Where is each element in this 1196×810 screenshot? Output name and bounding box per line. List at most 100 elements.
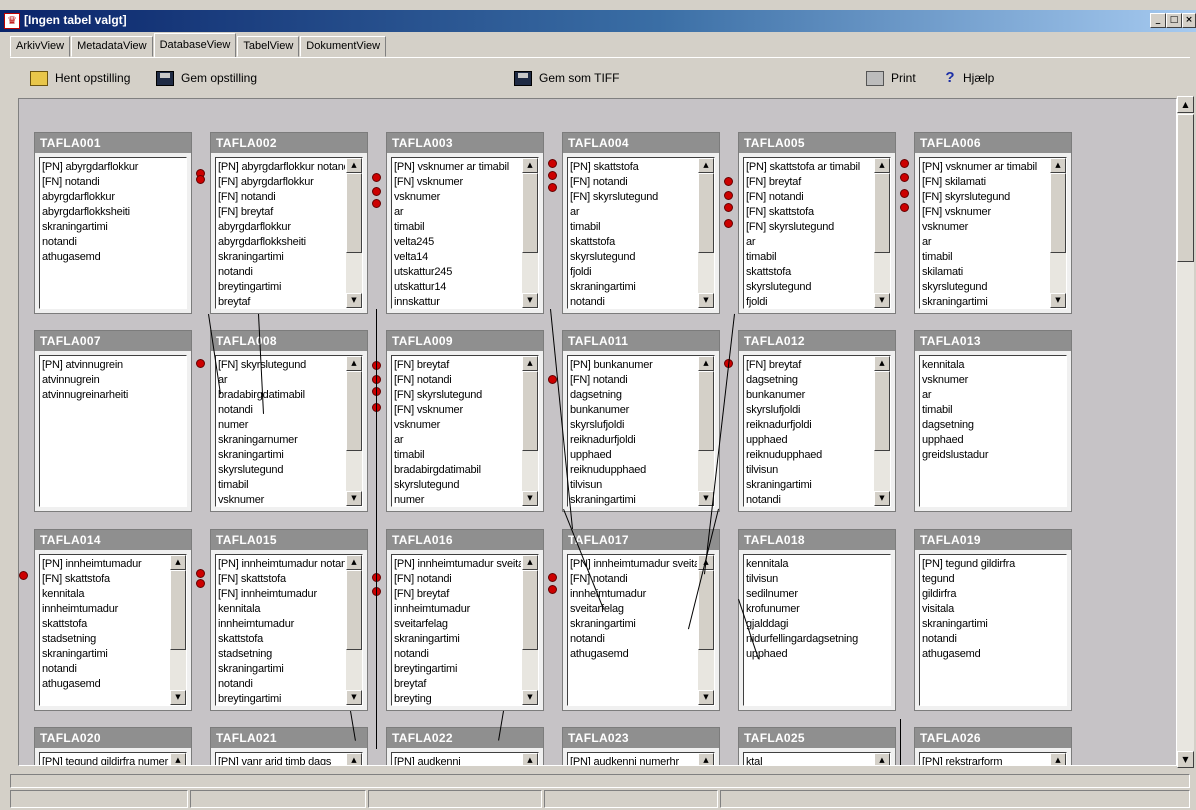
listbox-scroll-up-button[interactable]: ▲ <box>522 158 538 173</box>
field-item[interactable]: numer <box>218 418 345 433</box>
field-item[interactable]: [FN] notandi <box>218 190 345 205</box>
field-item[interactable]: [FN] notandi <box>746 190 873 205</box>
field-item[interactable]: bradabirgdatimabil <box>394 463 521 478</box>
field-item[interactable]: atvinnugreinarheiti <box>42 388 184 403</box>
table-name[interactable]: TAFLA011 <box>563 331 719 351</box>
table-name[interactable]: TAFLA019 <box>915 530 1071 550</box>
field-item[interactable]: [FN] skyrslutegund <box>922 190 1049 205</box>
field-item[interactable]: sveitarfelag <box>394 617 521 632</box>
table-name[interactable]: TAFLA004 <box>563 133 719 153</box>
listbox-scrollbar[interactable]: ▲ <box>874 753 890 765</box>
field-listbox[interactable]: [FN] skyrslutegundarbradabirgdatimabilno… <box>215 355 363 507</box>
field-item[interactable]: [PN] audkenni <box>394 755 521 765</box>
listbox-scroll-thumb[interactable] <box>698 371 714 451</box>
field-item[interactable]: dagsetning <box>746 373 873 388</box>
field-listbox[interactable]: [FN] breytaf dagsetning bunkanumer skyrsluf… <box>743 355 891 507</box>
field-item[interactable]: skraningartimi <box>922 295 1049 308</box>
scroll-thumb[interactable] <box>1177 114 1194 262</box>
field-item[interactable]: tegund <box>922 572 1064 587</box>
field-item[interactable]: notandi <box>570 295 697 308</box>
field-item[interactable]: [PN] atvinnugrein <box>42 358 184 373</box>
listbox-scrollbar[interactable]: ▲ <box>1050 753 1066 765</box>
field-listbox[interactable]: [PN] audkenni ▲ <box>391 752 539 765</box>
field-item[interactable]: reiknadurfjoldi <box>570 433 697 448</box>
table-box-tafla007[interactable]: TAFLA007 [PN] atvinnugrein atvinnugrein atv… <box>34 330 192 512</box>
field-item[interactable]: vsknumer <box>394 418 521 433</box>
title-bar[interactable]: ♛ [Ingen tabel valgt] _ □ × <box>0 10 1196 32</box>
field-item[interactable]: notandi <box>42 662 169 677</box>
field-item[interactable]: notandi <box>570 632 697 647</box>
table-name[interactable]: TAFLA022 <box>387 728 543 748</box>
field-item[interactable]: skraningartimi <box>218 250 345 265</box>
listbox-scroll-down-button[interactable]: ▼ <box>170 690 186 705</box>
table-box-tafla018[interactable]: TAFLA018 kennitala tilvisun sedilnumer krofu… <box>738 529 896 711</box>
listbox-scrollbar[interactable]: ▲ <box>698 753 714 765</box>
field-item[interactable]: innheimtumadur <box>394 602 521 617</box>
listbox-scrollbar[interactable]: ▲▼ <box>346 356 362 506</box>
listbox-scroll-up-button[interactable]: ▲ <box>522 753 538 765</box>
field-item[interactable]: notandi <box>218 677 345 692</box>
listbox-scroll-thumb[interactable] <box>170 570 186 650</box>
listbox-scroll-thumb[interactable] <box>522 173 538 253</box>
scroll-down-button[interactable]: ▼ <box>1177 751 1194 768</box>
field-item[interactable]: [PN] tegund gildirfra numer <box>42 755 169 765</box>
listbox-scroll-up-button[interactable]: ▲ <box>698 158 714 173</box>
table-name[interactable]: TAFLA025 <box>739 728 895 748</box>
field-item[interactable]: kennitala <box>746 557 888 572</box>
field-item[interactable]: bunkanumer <box>570 403 697 418</box>
field-item[interactable]: vsknumer <box>218 493 345 506</box>
listbox-scrollbar[interactable]: ▲▼ <box>346 158 362 308</box>
listbox-scrollbar[interactable]: ▲ <box>346 753 362 765</box>
field-item[interactable]: skraningartimi <box>746 478 873 493</box>
listbox-scroll-thumb[interactable] <box>346 173 362 253</box>
field-item[interactable]: atvinnugrein <box>42 373 184 388</box>
field-item[interactable]: [PN] innheimtumadur sveitarfelag <box>394 557 521 572</box>
field-item[interactable]: skraningartimi <box>570 280 697 295</box>
field-item[interactable]: timabil <box>922 403 1064 418</box>
field-item[interactable]: [PN] rekstrarform <box>922 755 1049 765</box>
field-item[interactable]: [FN] vsknumer <box>922 205 1049 220</box>
field-item[interactable]: dagsetning <box>922 418 1064 433</box>
field-item[interactable]: [FN] breytaf <box>746 175 873 190</box>
table-name[interactable]: TAFLA023 <box>563 728 719 748</box>
field-item[interactable]: [PN] audkenni numerhr <box>570 755 697 765</box>
field-listbox[interactable]: kennitala vsknumer ar timabil dagsetning upph… <box>919 355 1067 507</box>
field-listbox[interactable]: [PN] atvinnugrein atvinnugrein atvinnugrei… <box>39 355 187 507</box>
table-box-tafla006[interactable]: TAFLA006 [PN] vsknumer ar timabil [FN] ski… <box>914 132 1072 314</box>
listbox-scrollbar[interactable]: ▲▼ <box>698 356 714 506</box>
listbox-scroll-down-button[interactable]: ▼ <box>698 690 714 705</box>
field-item[interactable]: sveitarfelag <box>570 602 697 617</box>
table-name[interactable]: TAFLA001 <box>35 133 191 153</box>
listbox-scrollbar[interactable]: ▲▼ <box>874 356 890 506</box>
field-item[interactable]: tilvisun <box>746 572 888 587</box>
field-item[interactable]: skyrslutegund <box>218 463 345 478</box>
field-item[interactable]: notandi <box>218 265 345 280</box>
field-item[interactable]: skattstofa <box>42 617 169 632</box>
table-box-tafla014[interactable]: TAFLA014 [PN] innheimtumadur [FN] skattsto… <box>34 529 192 711</box>
field-item[interactable]: skraningartimi <box>218 662 345 677</box>
field-item[interactable]: skyrslutegund <box>746 280 873 295</box>
field-item[interactable]: sedilnumer <box>746 587 888 602</box>
listbox-scroll-down-button[interactable]: ▼ <box>1050 293 1066 308</box>
field-listbox[interactable]: [PN] innheimtumadur sveitarfelag[FN] not… <box>391 554 539 706</box>
field-item[interactable]: athugasemd <box>922 647 1064 662</box>
canvas-vertical-scrollbar[interactable]: ▲ ▼ <box>1177 96 1194 768</box>
listbox-scroll-up-button[interactable]: ▲ <box>522 356 538 371</box>
field-item[interactable]: numer <box>394 493 521 506</box>
listbox-scroll-down-button[interactable]: ▼ <box>522 491 538 506</box>
field-item[interactable]: [FN] breytaf <box>746 358 873 373</box>
field-item[interactable]: kennitala <box>218 602 345 617</box>
field-listbox[interactable]: kennitala tilvisun sedilnumer krofunumer gja… <box>743 554 891 706</box>
table-box-tafla020[interactable]: TAFLA020 [PN] tegund gildirfra numer ▲ <box>34 727 192 765</box>
field-item[interactable]: breyting <box>394 692 521 705</box>
field-item[interactable]: skattstofa <box>218 632 345 647</box>
table-name[interactable]: TAFLA005 <box>739 133 895 153</box>
field-item[interactable]: [PN] innheimtumadur notandi <box>218 557 345 572</box>
listbox-scrollbar[interactable]: ▲▼ <box>522 356 538 506</box>
field-item[interactable]: [PN] tegund gildirfra <box>922 557 1064 572</box>
field-item[interactable]: vsknumer <box>394 190 521 205</box>
listbox-scroll-up-button[interactable]: ▲ <box>698 753 714 765</box>
field-item[interactable]: timabil <box>746 250 873 265</box>
table-name[interactable]: TAFLA026 <box>915 728 1071 748</box>
table-box-tafla013[interactable]: TAFLA013 kennitala vsknumer ar timabil dagset… <box>914 330 1072 512</box>
